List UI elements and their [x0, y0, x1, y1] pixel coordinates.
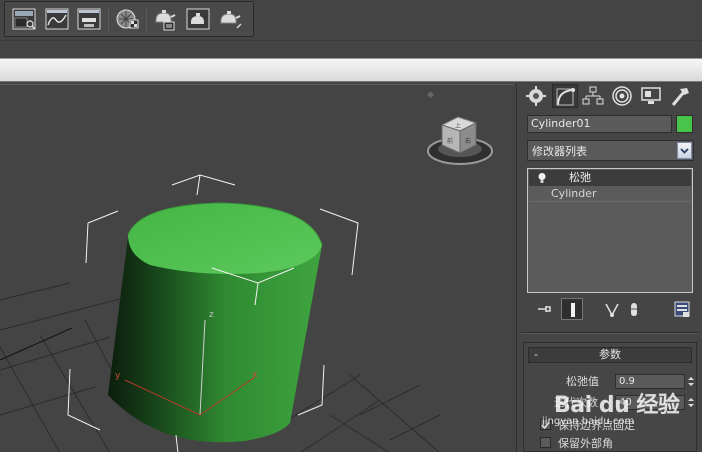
display-icon[interactable]	[638, 84, 664, 108]
svg-text:◆: ◆	[427, 90, 434, 100]
viewport-canvas: z y x 上 前 右 ◆	[0, 90, 493, 452]
viewcube-front-label: 前	[447, 137, 453, 145]
stack-toolbar	[527, 298, 693, 320]
render-setup-icon[interactable]	[152, 6, 178, 32]
toolbar-separator	[146, 8, 147, 32]
material-editor-icon[interactable]	[114, 6, 140, 32]
main-toolbar-strip	[0, 0, 702, 40]
chevron-down-icon[interactable]	[677, 142, 692, 159]
make-unique-icon[interactable]	[601, 298, 623, 320]
viewcube-top-label: 上	[455, 122, 461, 130]
command-panel-tabs	[521, 84, 699, 108]
object-name-field[interactable]: Cylinder01	[527, 115, 672, 133]
axis-label-y: y	[115, 371, 121, 381]
motion-icon[interactable]	[609, 84, 635, 108]
remove-modifier-icon[interactable]	[623, 298, 645, 320]
configure-modifier-sets-icon[interactable]	[671, 298, 693, 320]
keep-outer-corners-label: 保留外部角	[558, 437, 613, 450]
axis-label-z: z	[209, 310, 214, 320]
toolbar-separator	[108, 8, 109, 32]
perspective-viewport[interactable]: z y x 上 前 右 ◆	[0, 84, 514, 452]
modifier-list-dropdown[interactable]: 修改器列表	[527, 140, 694, 161]
viewcube-right-label: 右	[465, 137, 471, 145]
render-production-icon[interactable]	[217, 6, 243, 32]
stack-item-cylinder[interactable]: Cylinder	[529, 186, 691, 202]
watermark-url: jingyan.baidu.com	[542, 416, 635, 427]
utilities-icon[interactable]	[667, 84, 693, 108]
axis-label-x: x	[252, 370, 258, 380]
stack-item-label: 松弛	[569, 171, 591, 184]
panel-divider	[521, 332, 699, 334]
modifier-list-label: 修改器列表	[532, 145, 587, 158]
schematic-view-icon[interactable]	[76, 6, 102, 32]
rollout-title: 参数	[599, 348, 621, 361]
grid-axis-line	[0, 327, 73, 361]
ribbon-bar	[0, 58, 702, 82]
modify-icon[interactable]	[552, 84, 578, 108]
rendered-frame-window-icon[interactable]	[185, 6, 211, 32]
cylinder-top	[128, 203, 322, 274]
lightbulb-icon[interactable]	[537, 172, 547, 184]
stack-item-relax[interactable]: 松弛	[529, 170, 691, 186]
object-color-swatch[interactable]	[676, 115, 693, 133]
modifier-stack[interactable]: 松弛 Cylinder	[527, 168, 693, 293]
viewcube[interactable]: 上 前 右 ◆	[427, 90, 493, 165]
create-icon[interactable]	[523, 84, 549, 108]
scene-explorer-icon[interactable]	[11, 6, 37, 32]
toolbar-divider-band	[0, 40, 702, 58]
keep-outer-corners-checkbox[interactable]	[540, 437, 551, 448]
baidu-jingyan-watermark: Bai du 经验 jingyan.baidu.com	[536, 386, 702, 436]
main-toolbar	[4, 1, 254, 37]
hierarchy-icon[interactable]	[580, 84, 606, 108]
watermark-brand: Bai du 经验	[554, 393, 680, 418]
show-end-result-icon[interactable]	[561, 298, 583, 320]
rollout-header[interactable]: - 参数	[528, 347, 692, 363]
curve-editor-icon[interactable]	[44, 6, 70, 32]
stack-item-label: Cylinder	[551, 187, 597, 200]
pin-stack-icon[interactable]	[533, 298, 555, 320]
